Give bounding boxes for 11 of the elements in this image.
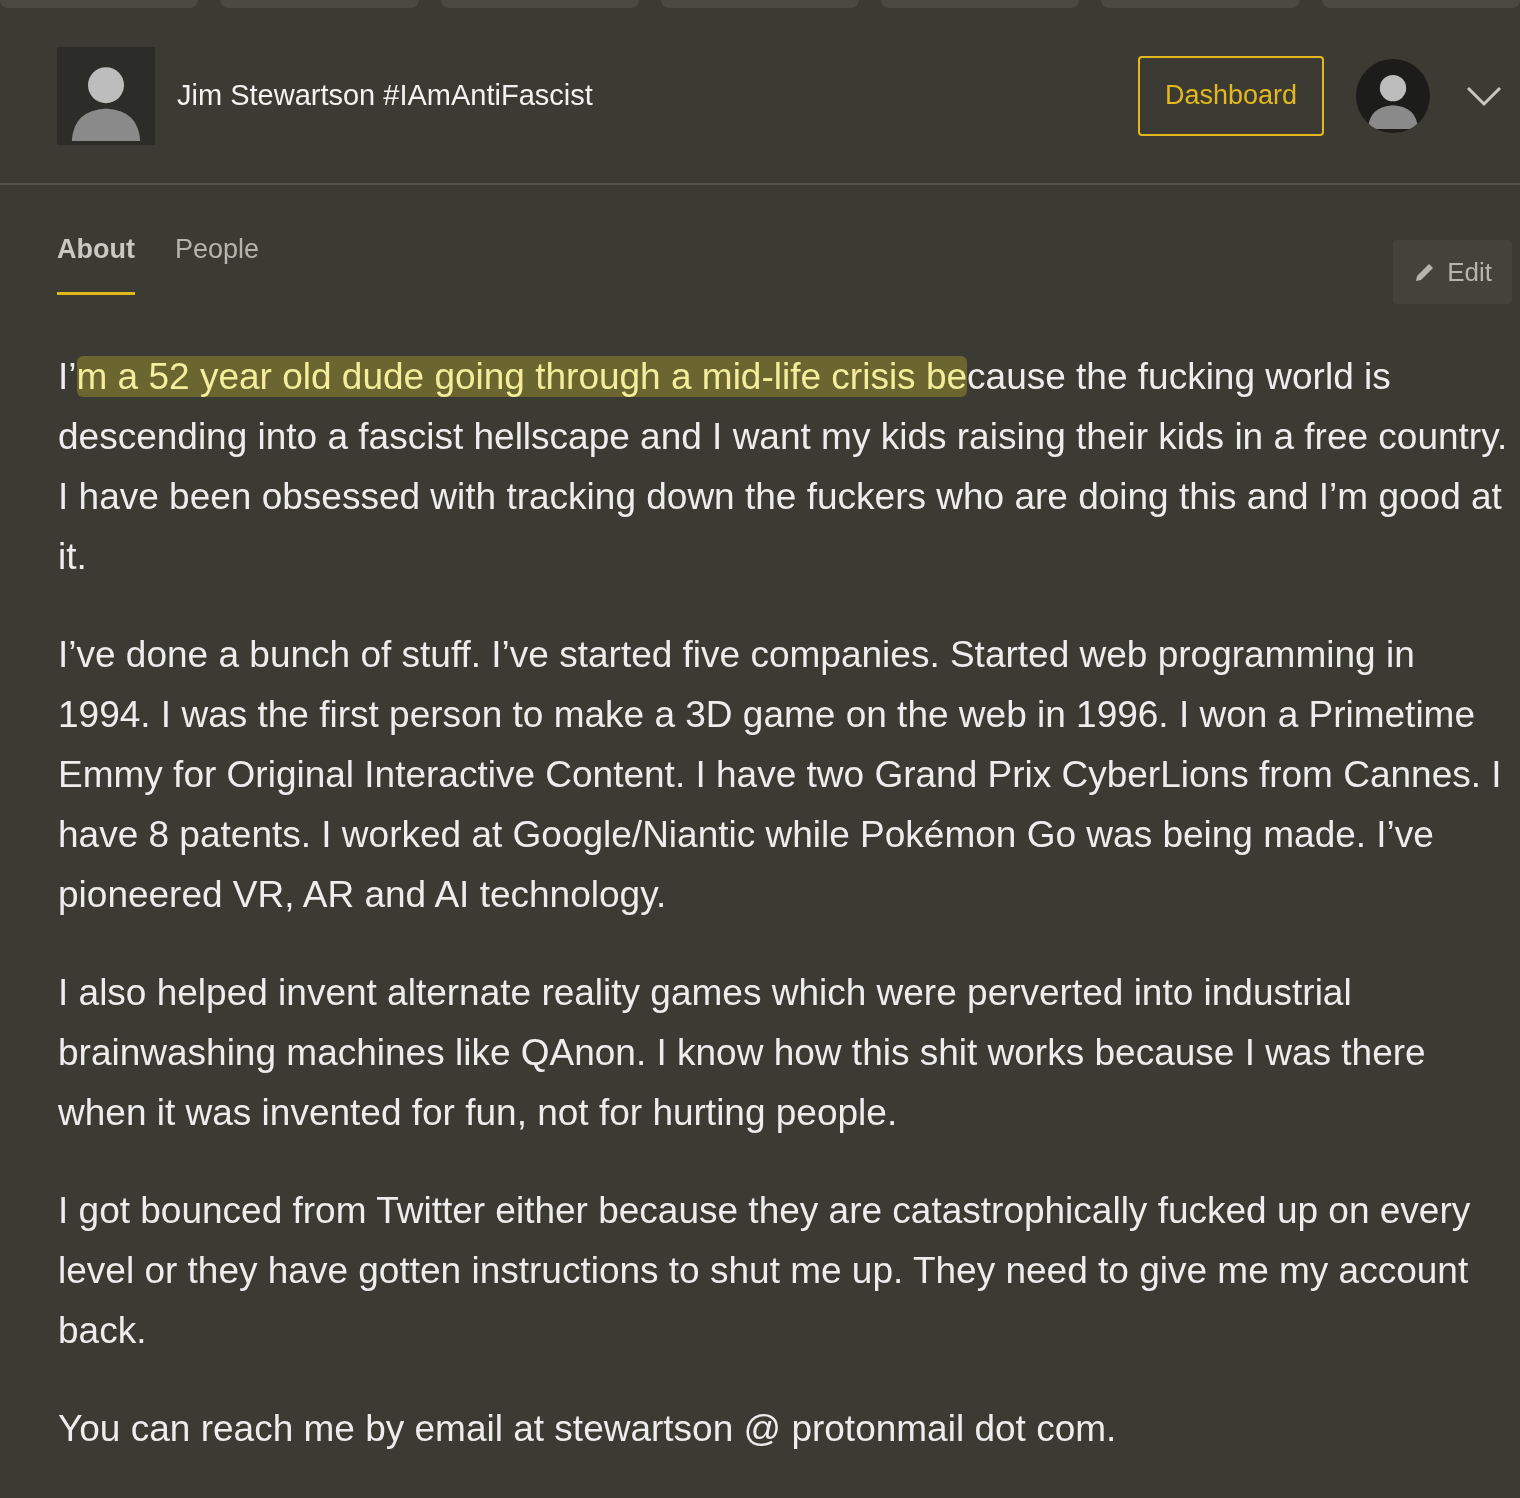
bio-paragraph: I got bounced from Twitter either because they are catastrophically fucked up on every level or they have gotten instructions to shut me up. They need to give me my account back.	[58, 1189, 1472, 1353]
profile-name: Jim Stewartson #IAmAntiFascist	[177, 77, 593, 113]
tab[interactable]: About	[57, 229, 135, 295]
chevron-down-icon[interactable]	[1466, 84, 1502, 107]
dashboard-button[interactable]: Dashboard	[1137, 55, 1324, 136]
bio-paragraph: I also helped invent alternate reality games which were perverted into industrial brainwashing machines like QAnon. I know how this shit works because I was there when it was invented for fun, not for hurting people.	[58, 971, 1427, 1135]
bio-paragraph: You can reach me by email at stewartson @ protonmail dot com.	[58, 1407, 1118, 1451]
bio-paragraph: I’m a 52 year old dude going through a mid-life crisis because the fucking world is descending into a fascist hellscape and I want my kids raising their kids in a free country. I have been obsessed with tracking down the fuckers who are doing this and I’m good at it.	[58, 355, 1509, 579]
bio-paragraph: I’ve done a bunch of stuff. I’ve started five companies. Started web programming in 1994. I was the first person to make a 3D game on the web in 1996. I won a Primetime Emmy for Original Interactive Content. I have two Grand Prix CyberLions from Cannes. I have 8 patents. I worked at Google/Niantic while Pokémon Go was being made. I’ve pioneered VR, AR and AI technology.	[58, 633, 1503, 917]
tab[interactable]: People	[174, 229, 260, 295]
edit-button[interactable]: Edit	[1393, 240, 1512, 304]
